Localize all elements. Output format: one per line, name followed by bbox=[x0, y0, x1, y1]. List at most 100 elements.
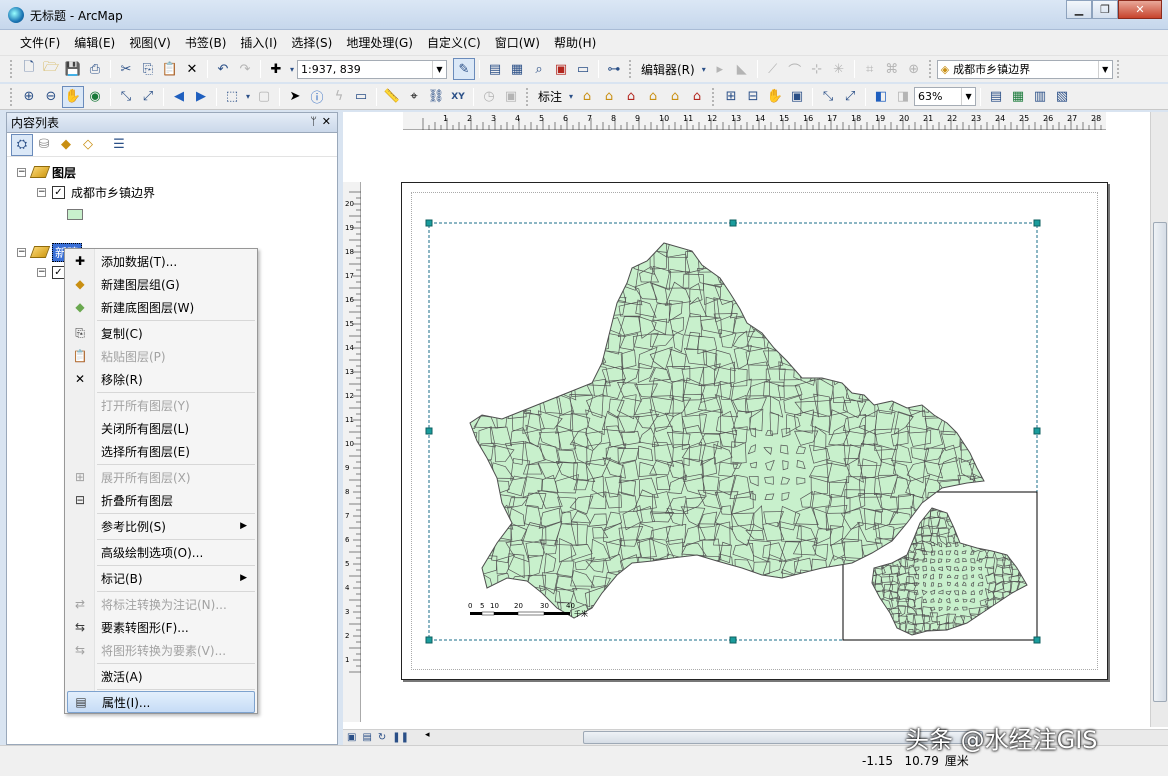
point-icon[interactable]: ✳ bbox=[828, 58, 850, 80]
menu-item-expand-all-layers[interactable]: ⊞ 展开所有图层(X) bbox=[67, 466, 255, 488]
menu-item-new-basemap-layer[interactable]: ◆ 新建底图图层(W) bbox=[67, 296, 255, 318]
chevron-down-icon[interactable]: ▾ bbox=[566, 86, 576, 108]
find-route-icon[interactable]: ⛓ bbox=[425, 86, 447, 108]
close-icon[interactable]: ✕ bbox=[322, 115, 331, 128]
chevron-down-icon[interactable]: ▾ bbox=[699, 58, 709, 80]
toolbar-grip[interactable] bbox=[928, 60, 933, 78]
refresh-icon[interactable]: ↻ bbox=[378, 732, 386, 743]
pin-icon[interactable]: ᛘ bbox=[310, 115, 317, 128]
copy-icon[interactable]: ⎘ bbox=[137, 58, 159, 80]
toc-window-icon[interactable]: ▤ bbox=[484, 58, 506, 80]
trace-icon[interactable]: ⊹ bbox=[806, 58, 828, 80]
select-elements-arrow-icon[interactable]: ➤ bbox=[284, 86, 306, 108]
vertical-scroll-thumb[interactable] bbox=[1153, 222, 1167, 702]
delete-icon[interactable]: ✕ bbox=[181, 58, 203, 80]
minimize-button[interactable]: ▁ bbox=[1066, 0, 1092, 19]
pan-page-icon[interactable]: ✋ bbox=[764, 86, 786, 108]
close-button[interactable]: ✕ bbox=[1118, 0, 1162, 19]
menu-insert[interactable]: 插入(I) bbox=[234, 34, 283, 51]
dataframe-row[interactable]: − 图层 bbox=[17, 163, 76, 181]
measure-icon[interactable]: 📏 bbox=[381, 86, 403, 108]
collapse-icon[interactable]: − bbox=[17, 247, 26, 257]
map-scale-combo[interactable]: 1:937, 839 ▼ bbox=[297, 59, 447, 79]
zoom-out-page-icon[interactable]: ⊟ bbox=[742, 86, 764, 108]
endpoint-arc-icon[interactable]: ⌒ bbox=[784, 58, 806, 80]
toolbar-grip[interactable] bbox=[10, 60, 14, 78]
page-back-icon[interactable]: ◧ bbox=[870, 86, 892, 108]
menu-item-turn-all-layers-on[interactable]: 打开所有图层(Y) bbox=[67, 394, 255, 416]
chevron-down-icon[interactable]: ▼ bbox=[961, 88, 975, 105]
menu-item-collapse-all-layers[interactable]: ⊟ 折叠所有图层 bbox=[67, 489, 255, 511]
paste-icon[interactable]: 📋 bbox=[159, 58, 181, 80]
toc-options-icon[interactable]: ☰ bbox=[108, 134, 130, 156]
zoom-in-page-icon[interactable]: ⊞ bbox=[720, 86, 742, 108]
add-data-icon[interactable]: ✚ bbox=[265, 58, 287, 80]
data-view-icon[interactable]: ▣ bbox=[347, 732, 356, 743]
html-popup-icon[interactable]: ▭ bbox=[350, 86, 372, 108]
layer-visibility-checkbox[interactable]: ✓ bbox=[52, 185, 65, 199]
scroll-left-icon[interactable]: ◂ bbox=[425, 730, 430, 740]
create-viewer-icon[interactable]: ▣ bbox=[500, 86, 522, 108]
menu-item-turn-all-layers-off[interactable]: 关闭所有图层(L) bbox=[67, 417, 255, 439]
collapse-icon[interactable]: − bbox=[37, 187, 46, 197]
polygon-symbol-swatch[interactable] bbox=[67, 208, 83, 220]
page-forward-icon[interactable]: ◨ bbox=[892, 86, 914, 108]
catalog-window-icon[interactable]: ▦ bbox=[506, 58, 528, 80]
pause-drawing-icon[interactable]: ❚❚ bbox=[392, 732, 409, 743]
print-icon[interactable]: ⎙ bbox=[84, 58, 106, 80]
cut-polygons-icon[interactable]: ⊕ bbox=[903, 58, 925, 80]
menu-item-properties[interactable]: ▤ 属性(I)... bbox=[67, 691, 255, 713]
new-document-icon[interactable]: 🗋 bbox=[18, 58, 40, 80]
straight-segment-icon[interactable]: ⟋ bbox=[762, 58, 784, 80]
find-binoculars-icon[interactable]: ⌖ bbox=[403, 86, 425, 108]
reshape-icon[interactable]: ⌘ bbox=[881, 58, 903, 80]
map-canvas[interactable]: 0 5 10 20 30 40 千米 bbox=[402, 183, 1109, 681]
pause-labeling-icon[interactable]: ⌂ bbox=[664, 86, 686, 108]
list-by-selection-icon[interactable]: ◇ bbox=[77, 134, 99, 156]
editor-menu[interactable]: 编辑器(R) bbox=[637, 61, 699, 78]
change-layout-icon[interactable]: ▥ bbox=[1029, 86, 1051, 108]
menu-bookmarks[interactable]: 书签(B) bbox=[179, 34, 233, 51]
restore-button[interactable]: ❐ bbox=[1092, 0, 1118, 19]
toolbar-grip[interactable] bbox=[1116, 60, 1121, 78]
chevron-down-icon[interactable]: ▼ bbox=[1097, 60, 1112, 78]
target-layer-combo[interactable]: ◈ 成都市乡镇边界 ▼ bbox=[936, 59, 1113, 79]
python-window-icon[interactable]: ▭ bbox=[572, 58, 594, 80]
save-icon[interactable]: 💾 bbox=[62, 58, 84, 80]
edit-tool-icon[interactable]: ▸ bbox=[709, 58, 731, 80]
go-to-xy-icon[interactable]: XY bbox=[447, 86, 469, 108]
list-by-drawing-order-icon[interactable]: ⛭ bbox=[11, 133, 33, 156]
menu-item-paste-layer[interactable]: 📋 粘贴图层(P) bbox=[67, 345, 255, 367]
label-menu[interactable]: 标注 bbox=[534, 88, 566, 105]
layout-view-icon[interactable]: ▤ bbox=[362, 732, 371, 743]
edit-annotation-icon[interactable]: ◣ bbox=[731, 58, 753, 80]
fixed-zoom-out-icon[interactable]: ⤢ bbox=[137, 86, 159, 108]
layer-symbol-row[interactable] bbox=[67, 205, 83, 223]
menu-item-copy[interactable]: ⎘ 复制(C) bbox=[67, 322, 255, 344]
menu-customize[interactable]: 自定义(C) bbox=[421, 34, 487, 51]
toolbar-grip[interactable] bbox=[526, 87, 530, 106]
menu-item-select-all-layers[interactable]: 选择所有图层(E) bbox=[67, 440, 255, 462]
toggle-draft-mode-icon[interactable]: ▤ bbox=[985, 86, 1007, 108]
full-extent-globe-icon[interactable]: ◉ bbox=[84, 86, 106, 108]
forward-arrow-icon[interactable]: ▶ bbox=[190, 86, 212, 108]
menu-item-convert-features-to-graphics[interactable]: ⇆ 要素转图形(F)... bbox=[67, 616, 255, 638]
fixed-zoom-in-page-icon[interactable]: ⤡ bbox=[817, 86, 839, 108]
editor-toolbar-icon[interactable]: ✎ bbox=[453, 58, 475, 80]
list-by-source-icon[interactable]: ⛁ bbox=[33, 134, 55, 156]
menu-item-remove[interactable]: ✕ 移除(R) bbox=[67, 368, 255, 390]
menu-file[interactable]: 文件(F) bbox=[14, 34, 66, 51]
zoom-percent-combo[interactable]: 63% ▼ bbox=[914, 87, 977, 106]
pan-hand-icon[interactable]: ✋ bbox=[62, 85, 84, 108]
cut-icon[interactable]: ✂ bbox=[115, 58, 137, 80]
hyperlink-icon[interactable]: ϟ bbox=[328, 86, 350, 108]
focus-data-frame-icon[interactable]: ▦ bbox=[1007, 86, 1029, 108]
dropdown-arrow-icon[interactable]: ▾ bbox=[287, 58, 297, 80]
menu-item-new-group-layer[interactable]: ◆ 新建图层组(G) bbox=[67, 273, 255, 295]
label-manager-icon[interactable]: ⌂ bbox=[576, 86, 598, 108]
zoom-out-icon[interactable]: ⊖ bbox=[40, 86, 62, 108]
vertical-scrollbar[interactable] bbox=[1150, 112, 1168, 727]
open-folder-icon[interactable]: 🗁 bbox=[40, 58, 62, 80]
chevron-down-icon[interactable]: ▾ bbox=[243, 86, 253, 108]
menu-selection[interactable]: 选择(S) bbox=[285, 34, 338, 51]
